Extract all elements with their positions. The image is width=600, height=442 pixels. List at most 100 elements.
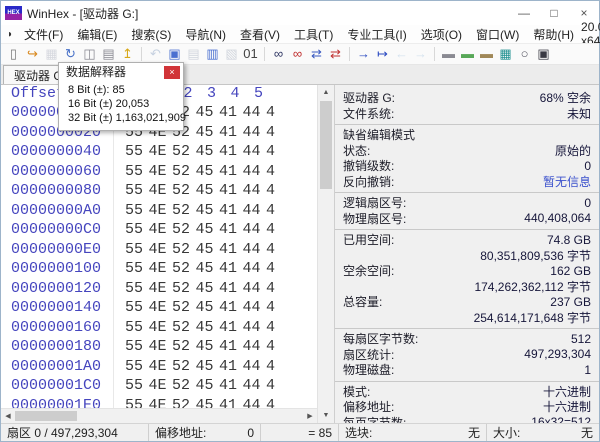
hex-byte[interactable]: 44 [243, 181, 267, 201]
hex-byte[interactable]: 41 [219, 376, 243, 396]
status-offset-cell[interactable]: 偏移地址: 0 [149, 424, 261, 441]
popup-close-icon[interactable]: × [164, 66, 180, 79]
new-file-icon[interactable]: ▯ [4, 45, 23, 63]
hex-byte[interactable]: 4E [149, 181, 173, 201]
hex-byte[interactable]: 55 [125, 298, 149, 318]
menu-item[interactable]: 文件(F) [17, 26, 70, 43]
hex-byte[interactable]: 4E [149, 376, 173, 396]
hex-byte[interactable]: 4 [266, 181, 290, 201]
hex-byte[interactable]: 44 [243, 279, 267, 299]
hex-byte[interactable]: 55 [125, 337, 149, 357]
hex-byte[interactable]: 4E [149, 396, 173, 409]
disk-image-icon[interactable]: ◫ [80, 45, 99, 63]
folder-up-icon[interactable]: ↥ [118, 45, 137, 63]
hex-byte[interactable]: 52 [172, 259, 196, 279]
hex-byte[interactable]: 4E [149, 318, 173, 338]
hex-byte[interactable]: 44 [243, 240, 267, 260]
scroll-right-icon[interactable]: ▶ [303, 409, 317, 423]
hex-byte[interactable]: 45 [196, 279, 220, 299]
menu-item[interactable]: 工具(T) [287, 26, 340, 43]
hex-byte[interactable]: 52 [172, 298, 196, 318]
hex-byte[interactable]: 41 [219, 181, 243, 201]
hscroll-thumb[interactable] [15, 411, 77, 421]
hex-byte[interactable]: 55 [125, 259, 149, 279]
hex-byte[interactable]: 45 [196, 376, 220, 396]
hex-byte[interactable]: 45 [196, 298, 220, 318]
hex-byte[interactable]: 52 [172, 162, 196, 182]
hex-byte[interactable]: 44 [243, 396, 267, 409]
hex-byte[interactable]: 52 [172, 240, 196, 260]
hex-byte[interactable]: 4 [266, 279, 290, 299]
hex-byte[interactable]: 55 [125, 357, 149, 377]
calculator-icon[interactable]: ▦ [496, 45, 515, 63]
hex-byte[interactable]: 4 [266, 396, 290, 409]
disk-clone-icon[interactable]: ▬ [477, 45, 496, 63]
goto-page-icon[interactable]: ↦ [373, 45, 392, 63]
menu-item[interactable]: 选项(O) [414, 26, 469, 43]
hex-byte[interactable]: 45 [196, 259, 220, 279]
hex-byte[interactable]: 41 [219, 259, 243, 279]
hex-byte[interactable]: 52 [172, 142, 196, 162]
hex-byte[interactable]: 44 [243, 220, 267, 240]
open-file-icon[interactable]: ↪ [23, 45, 42, 63]
zoom-icon[interactable]: ○ [515, 45, 534, 63]
binary-convert-icon[interactable]: 01 [241, 45, 260, 63]
hex-byte[interactable]: 44 [243, 123, 267, 143]
hex-byte[interactable]: 41 [219, 337, 243, 357]
document-menu-icon[interactable]: ◗ [7, 29, 13, 40]
hex-byte[interactable]: 55 [125, 318, 149, 338]
menu-item[interactable]: 帮助(H) [526, 26, 581, 43]
scroll-left-icon[interactable]: ◀ [1, 409, 15, 423]
horizontal-scrollbar[interactable]: ◀ ▶ [1, 408, 317, 423]
status-size-cell[interactable]: 大小: 无 [487, 424, 599, 441]
hex-byte[interactable]: 45 [196, 337, 220, 357]
hex-byte[interactable]: 4 [266, 162, 290, 182]
back-icon[interactable]: ← [392, 45, 411, 63]
properties-icon[interactable]: ▤ [99, 45, 118, 63]
hex-byte[interactable]: 4E [149, 259, 173, 279]
hex-byte[interactable]: 4E [149, 357, 173, 377]
scroll-up-icon[interactable]: ▲ [318, 85, 334, 100]
hex-byte[interactable]: 55 [125, 220, 149, 240]
find-text-icon[interactable]: ∞ [269, 45, 288, 63]
maximize-button[interactable]: □ [539, 1, 569, 25]
menu-item[interactable]: 导航(N) [178, 26, 233, 43]
hex-byte[interactable]: 45 [196, 240, 220, 260]
hex-byte[interactable]: 55 [125, 162, 149, 182]
hex-byte[interactable]: 45 [196, 123, 220, 143]
copy-icon[interactable]: ▣ [165, 45, 184, 63]
hex-byte[interactable]: 4 [266, 142, 290, 162]
vscroll-thumb[interactable] [320, 101, 332, 189]
hex-byte[interactable]: 4E [149, 162, 173, 182]
disk-tools-icon[interactable]: ▬ [439, 45, 458, 63]
hex-byte[interactable]: 44 [243, 162, 267, 182]
undo-icon[interactable]: ↶ [146, 45, 165, 63]
hex-byte[interactable]: 41 [219, 318, 243, 338]
hex-byte[interactable]: 52 [172, 318, 196, 338]
scroll-down-icon[interactable]: ▼ [318, 408, 334, 423]
hex-byte[interactable]: 4E [149, 201, 173, 221]
hex-byte[interactable]: 4E [149, 298, 173, 318]
open-disk-icon[interactable]: ↻ [61, 45, 80, 63]
hex-byte[interactable]: 41 [219, 396, 243, 409]
hex-byte[interactable]: 41 [219, 123, 243, 143]
hex-byte[interactable]: 55 [125, 142, 149, 162]
hex-byte[interactable]: 45 [196, 142, 220, 162]
hex-byte[interactable]: 52 [172, 181, 196, 201]
hex-byte[interactable]: 44 [243, 318, 267, 338]
hex-byte[interactable]: 4 [266, 376, 290, 396]
hex-byte[interactable]: 4 [266, 123, 290, 143]
goto-offset-icon[interactable]: → [354, 45, 373, 63]
menu-item[interactable]: 搜索(S) [124, 26, 178, 43]
hex-byte[interactable]: 52 [172, 279, 196, 299]
copy-hex-icon[interactable]: ▧ [222, 45, 241, 63]
hex-byte[interactable]: 55 [125, 201, 149, 221]
hex-byte[interactable]: 45 [196, 318, 220, 338]
clipboard-paste-icon[interactable]: ▥ [203, 45, 222, 63]
hex-byte[interactable]: 55 [125, 279, 149, 299]
hex-byte[interactable]: 41 [219, 240, 243, 260]
menu-item[interactable]: 窗口(W) [469, 26, 526, 43]
hex-byte[interactable]: 41 [219, 103, 243, 123]
menu-item[interactable]: 编辑(E) [70, 26, 124, 43]
hex-byte[interactable]: 4 [266, 337, 290, 357]
